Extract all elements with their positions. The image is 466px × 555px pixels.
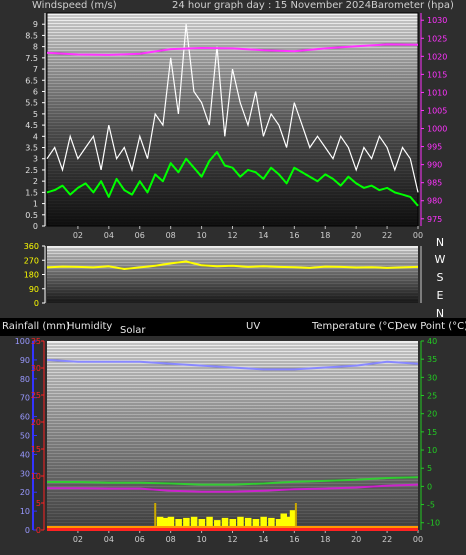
humidity-tick-label: 100 (15, 337, 30, 346)
x-tick-label: 00 (413, 535, 423, 544)
rainfall-tick-label: 10 (31, 472, 41, 481)
humidity-tick-label: 40 (20, 450, 30, 459)
temperature-axis-label: Temperature (°C) (312, 321, 399, 332)
x-tick-label: 14 (258, 535, 268, 544)
temperature-tick-label: 10 (427, 446, 437, 455)
plot-area (47, 341, 418, 530)
humidity-tick-label: 90 (20, 356, 30, 365)
weather-chart: 010203040506070809010005101520253035-10-… (0, 336, 466, 555)
temperature-tick-label: 5 (427, 464, 432, 473)
rainfall-tick-label: 5 (36, 499, 41, 508)
humidity-tick-label: 20 (20, 488, 30, 497)
x-tick-label: 04 (104, 535, 114, 544)
humidity-tick-label: 10 (20, 507, 30, 516)
temperature-tick-label: -10 (427, 519, 440, 528)
temperature-tick-label: 40 (427, 337, 437, 346)
temperature-tick-label: 15 (427, 428, 437, 437)
solar-label: Solar (120, 325, 146, 336)
rainfall-tick-label: 15 (31, 445, 41, 454)
temperature-tick-label: -5 (427, 501, 435, 510)
temperature-tick-label: 0 (427, 482, 432, 491)
x-tick-label: 20 (351, 535, 361, 544)
x-tick-label: 16 (289, 535, 299, 544)
rainfall-tick-label: 35 (31, 337, 41, 346)
humidity-tick-label: 30 (20, 469, 30, 478)
x-tick-label: 18 (320, 535, 330, 544)
x-tick-label: 06 (135, 535, 145, 544)
humidity-tick-label: 50 (20, 432, 30, 441)
humidity-tick-label: 0 (25, 526, 30, 535)
x-tick-label: 12 (227, 535, 237, 544)
x-tick-label: 22 (382, 535, 392, 544)
rainfall-axis-label: Rainfall (mm) (2, 321, 70, 332)
humidity-tick-label: 60 (20, 413, 30, 422)
temperature-tick-label: 20 (427, 410, 437, 419)
temperature-tick-label: 35 (427, 355, 437, 364)
rainfall-tick-label: 30 (31, 364, 41, 373)
temperature-tick-label: 25 (427, 392, 437, 401)
x-tick-label: 08 (166, 535, 176, 544)
humidity-tick-label: 80 (20, 375, 30, 384)
rainfall-tick-label: 25 (31, 391, 41, 400)
uv-label: UV (246, 321, 261, 332)
dewpoint-axis-label: Dew Point (°C) (395, 321, 466, 332)
temperature-tick-label: 30 (427, 373, 437, 382)
rainfall-baseline (47, 528, 418, 531)
humidity-axis-label: Humidity (67, 321, 113, 332)
humidity-tick-label: 70 (20, 394, 30, 403)
rainfall-highlight (47, 526, 418, 528)
x-tick-label: 02 (73, 535, 83, 544)
x-tick-label: 10 (196, 535, 206, 544)
rainfall-tick-label: 0 (36, 526, 41, 535)
rainfall-tick-label: 20 (31, 418, 41, 427)
